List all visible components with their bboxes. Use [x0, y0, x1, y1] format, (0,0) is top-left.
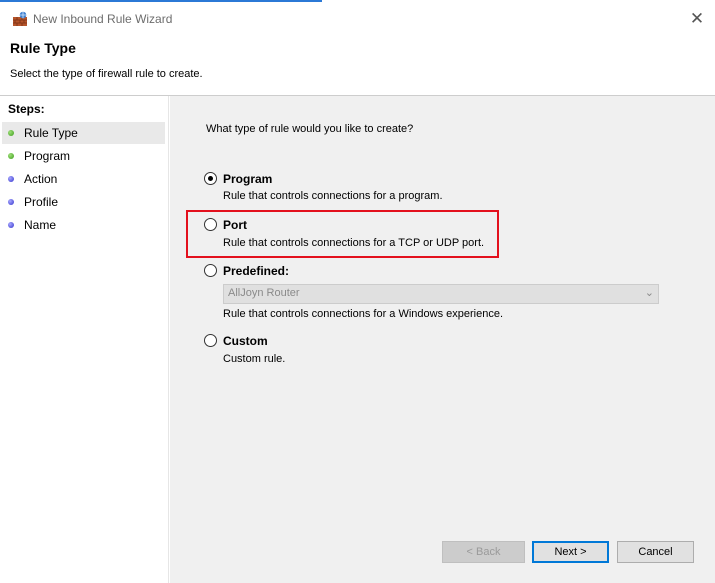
step-label: Profile — [24, 195, 59, 209]
program-option-description: Rule that controls connections for a pro… — [223, 190, 443, 202]
page-title: Rule Type — [10, 40, 76, 56]
close-icon: ✕ — [689, 9, 705, 28]
step-label: Program — [24, 149, 71, 163]
rule-type-question: What type of rule would you like to crea… — [206, 123, 414, 135]
next-button[interactable]: Next > — [532, 541, 609, 563]
predefined-rule-select: AllJoyn Router ⌄ — [223, 284, 659, 304]
program-radio[interactable] — [204, 172, 217, 185]
content-panel: What type of rule would you like to crea… — [170, 96, 715, 583]
close-button[interactable]: ✕ — [682, 6, 712, 32]
custom-option-description: Custom rule. — [223, 353, 286, 365]
back-button[interactable]: < Back — [442, 541, 525, 563]
predefined-radio[interactable] — [204, 264, 217, 277]
step-label: Name — [24, 218, 57, 232]
custom-option-title[interactable]: Custom — [223, 334, 268, 348]
step-label: Action — [24, 172, 58, 186]
port-option-title[interactable]: Port — [223, 218, 247, 232]
cancel-button[interactable]: Cancel — [617, 541, 694, 563]
step-name[interactable]: Name — [2, 214, 165, 236]
predefined-select-value: AllJoyn Router — [228, 287, 300, 299]
steps-heading: Steps: — [8, 102, 45, 116]
step-program[interactable]: Program — [2, 145, 165, 167]
predefined-option-title[interactable]: Predefined: — [223, 264, 289, 278]
step-pending-icon — [8, 199, 14, 205]
port-option-description: Rule that controls connections for a TCP… — [223, 237, 485, 249]
program-option-title[interactable]: Program — [223, 172, 272, 186]
firewall-app-icon — [13, 11, 27, 26]
steps-panel: Steps: Rule Type Program Action Profile … — [0, 96, 169, 583]
step-label: Rule Type — [24, 126, 78, 140]
page-subtitle: Select the type of firewall rule to crea… — [10, 68, 203, 80]
step-complete-icon — [8, 153, 14, 159]
title-bar: New Inbound Rule Wizard ✕ — [0, 2, 715, 34]
chevron-down-icon: ⌄ — [644, 287, 654, 299]
step-profile[interactable]: Profile — [2, 191, 165, 213]
predefined-option-description: Rule that controls connections for a Win… — [223, 308, 504, 320]
wizard-header: Rule Type Select the type of firewall ru… — [0, 34, 715, 96]
step-pending-icon — [8, 176, 14, 182]
step-pending-icon — [8, 222, 14, 228]
step-complete-icon — [8, 130, 14, 136]
window-title: New Inbound Rule Wizard — [33, 12, 173, 26]
port-radio[interactable] — [204, 218, 217, 231]
step-action[interactable]: Action — [2, 168, 165, 190]
custom-radio[interactable] — [204, 334, 217, 347]
step-rule-type[interactable]: Rule Type — [2, 122, 165, 144]
